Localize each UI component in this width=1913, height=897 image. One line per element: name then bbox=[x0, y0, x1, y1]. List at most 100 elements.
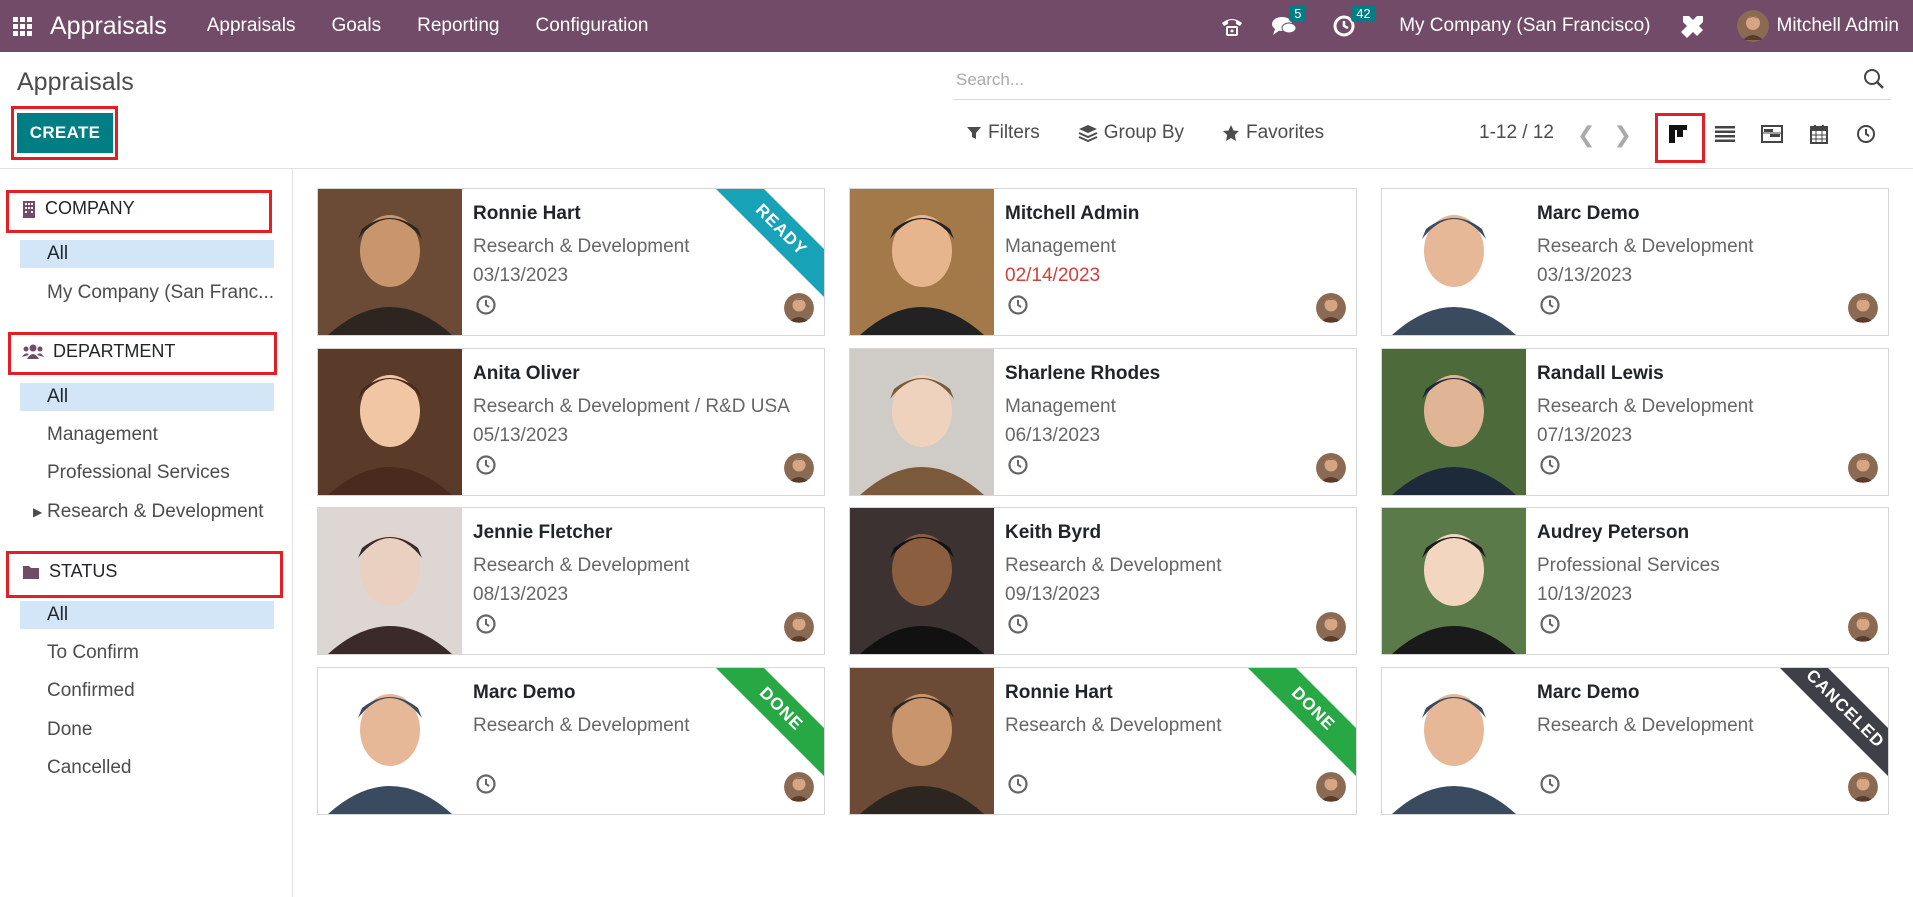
activity-clock-icon[interactable] bbox=[1007, 613, 1029, 635]
favorites-button[interactable]: Favorites bbox=[1222, 122, 1324, 144]
department-filter-research-development[interactable]: ▶ Research & Development bbox=[20, 498, 274, 526]
search-bar bbox=[953, 62, 1891, 100]
messages-badge: 5 bbox=[1289, 5, 1307, 22]
employee-photo bbox=[318, 668, 462, 814]
activity-clock-icon[interactable] bbox=[1539, 773, 1561, 795]
kanban-card[interactable]: Mitchell Admin Management 02/14/2023 bbox=[849, 188, 1357, 336]
layers-icon bbox=[1078, 125, 1098, 142]
employee-name: Keith Byrd bbox=[1005, 522, 1102, 543]
appraisal-date: 03/13/2023 bbox=[1537, 265, 1633, 286]
appraisal-date: 10/13/2023 bbox=[1537, 584, 1633, 605]
calendar-view-button[interactable] bbox=[1795, 112, 1842, 156]
list-view-button[interactable] bbox=[1701, 112, 1748, 156]
activity-clock-icon[interactable] bbox=[1539, 454, 1561, 476]
search-input[interactable] bbox=[953, 62, 1833, 98]
company-filter-all[interactable]: All bbox=[20, 240, 274, 268]
user-avatar bbox=[1736, 10, 1769, 42]
employee-photo bbox=[318, 508, 462, 654]
manager-avatar bbox=[1316, 612, 1346, 642]
employee-name: Randall Lewis bbox=[1537, 363, 1664, 384]
activity-clock-icon[interactable] bbox=[475, 613, 497, 635]
employee-photo bbox=[1382, 668, 1526, 814]
menu-item-configuration[interactable]: Configuration bbox=[517, 15, 666, 37]
gantt-icon bbox=[1760, 125, 1783, 143]
app-title[interactable]: Appraisals bbox=[50, 12, 167, 41]
status-filter-cancelled[interactable]: Cancelled bbox=[20, 754, 274, 782]
status-filter-all[interactable]: All bbox=[20, 601, 274, 629]
employee-name: Mitchell Admin bbox=[1005, 203, 1140, 224]
employee-name: Jennie Fletcher bbox=[473, 522, 613, 543]
manager-avatar bbox=[1848, 772, 1878, 802]
employee-photo bbox=[318, 349, 462, 495]
search-panel: COMPANY All My Company (San Franc... DEP… bbox=[0, 169, 293, 897]
kanban-card[interactable]: Audrey Peterson Professional Services 10/1… bbox=[1381, 507, 1889, 655]
kanban-card[interactable]: Jennie Fletcher Research & Development 08/… bbox=[317, 507, 825, 655]
debug-tools-icon[interactable] bbox=[1679, 12, 1707, 40]
kanban-card[interactable]: Anita Oliver Research & Development / R&D… bbox=[317, 348, 825, 496]
company-switcher[interactable]: My Company (San Francisco) bbox=[1399, 15, 1650, 37]
employee-name: Anita Oliver bbox=[473, 363, 580, 384]
employee-photo bbox=[1382, 508, 1526, 654]
menu-item-appraisals[interactable]: Appraisals bbox=[189, 15, 314, 37]
employee-department: Professional Services bbox=[1537, 555, 1720, 576]
activity-view-button[interactable] bbox=[1842, 112, 1889, 156]
department-filter-management[interactable]: Management bbox=[20, 421, 274, 449]
status-ribbon: READY bbox=[708, 189, 824, 303]
activities-badge: 42 bbox=[1351, 5, 1376, 22]
filters-button[interactable]: Filters bbox=[966, 122, 1040, 144]
activity-clock-icon[interactable] bbox=[1007, 454, 1029, 476]
company-filter-my-company[interactable]: My Company (San Franc... bbox=[20, 279, 274, 307]
manager-avatar bbox=[1848, 612, 1878, 642]
employee-name: Marc Demo bbox=[1537, 203, 1640, 224]
pager-previous-icon[interactable]: ❮ bbox=[1577, 122, 1595, 148]
activity-clock-icon[interactable] bbox=[475, 773, 497, 795]
activity-clock-icon[interactable] bbox=[1539, 294, 1561, 316]
user-menu[interactable]: Mitchell Admin bbox=[1736, 10, 1900, 42]
caret-right-icon[interactable]: ▶ bbox=[33, 505, 42, 519]
kanban-card[interactable]: Ronnie Hart Research & Development 03/13/2… bbox=[317, 188, 825, 336]
department-filter-professional-services[interactable]: Professional Services bbox=[20, 459, 274, 487]
kanban-card[interactable]: Marc Demo Research & Development 03/13/202… bbox=[1381, 188, 1889, 336]
status-filter-done[interactable]: Done bbox=[20, 716, 274, 744]
menu-item-reporting[interactable]: Reporting bbox=[399, 15, 517, 37]
search-icon[interactable] bbox=[1863, 68, 1885, 95]
kanban-card[interactable]: Randall Lewis Research & Development 07/13… bbox=[1381, 348, 1889, 496]
main-menu: Appraisals Goals Reporting Configuration bbox=[189, 15, 667, 37]
status-filter-to-confirm[interactable]: To Confirm bbox=[20, 639, 274, 667]
kanban-card[interactable]: Keith Byrd Research & Development 09/13/20… bbox=[849, 507, 1357, 655]
apps-menu-icon[interactable] bbox=[0, 0, 44, 52]
activities-icon[interactable]: 42 bbox=[1333, 5, 1376, 37]
employee-department: Research & Development bbox=[1537, 396, 1754, 417]
gantt-view-button[interactable] bbox=[1748, 112, 1795, 156]
department-filter-all[interactable]: All bbox=[20, 383, 274, 411]
employee-photo bbox=[1382, 189, 1526, 335]
user-name: Mitchell Admin bbox=[1776, 15, 1900, 36]
employee-department: Research & Development bbox=[473, 715, 690, 736]
activity-clock-icon[interactable] bbox=[475, 294, 497, 316]
kanban-card[interactable]: Marc Demo Research & Development CANCELED bbox=[1381, 667, 1889, 815]
activity-clock-icon[interactable] bbox=[1007, 773, 1029, 795]
status-filter-confirmed[interactable]: Confirmed bbox=[20, 677, 274, 705]
phone-icon[interactable] bbox=[1219, 14, 1245, 38]
employee-photo bbox=[850, 189, 994, 335]
activity-clock-icon[interactable] bbox=[1007, 294, 1029, 316]
list-icon bbox=[1714, 126, 1735, 142]
menu-item-goals[interactable]: Goals bbox=[313, 15, 399, 37]
pager-value[interactable]: 1-12 / 12 bbox=[1479, 122, 1554, 144]
kanban-card[interactable]: Marc Demo Research & Development DONE bbox=[317, 667, 825, 815]
manager-avatar bbox=[784, 772, 814, 802]
groupby-button[interactable]: Group By bbox=[1078, 122, 1184, 144]
manager-avatar bbox=[1316, 772, 1346, 802]
employee-name: Ronnie Hart bbox=[1005, 682, 1113, 703]
kanban-card[interactable]: Sharlene Rhodes Management 06/13/2023 bbox=[849, 348, 1357, 496]
messages-icon[interactable]: 5 bbox=[1271, 5, 1307, 37]
manager-avatar bbox=[1316, 293, 1346, 323]
pager-next-icon[interactable]: ❯ bbox=[1613, 122, 1631, 148]
appraisal-date: 09/13/2023 bbox=[1005, 584, 1101, 605]
activity-clock-icon[interactable] bbox=[475, 454, 497, 476]
employee-department: Research & Development bbox=[1537, 715, 1754, 736]
appraisal-date: 02/14/2023 bbox=[1005, 265, 1101, 286]
activity-clock-icon[interactable] bbox=[1539, 613, 1561, 635]
kanban-card[interactable]: Ronnie Hart Research & Development DONE bbox=[849, 667, 1357, 815]
favorites-label: Favorites bbox=[1246, 122, 1325, 143]
